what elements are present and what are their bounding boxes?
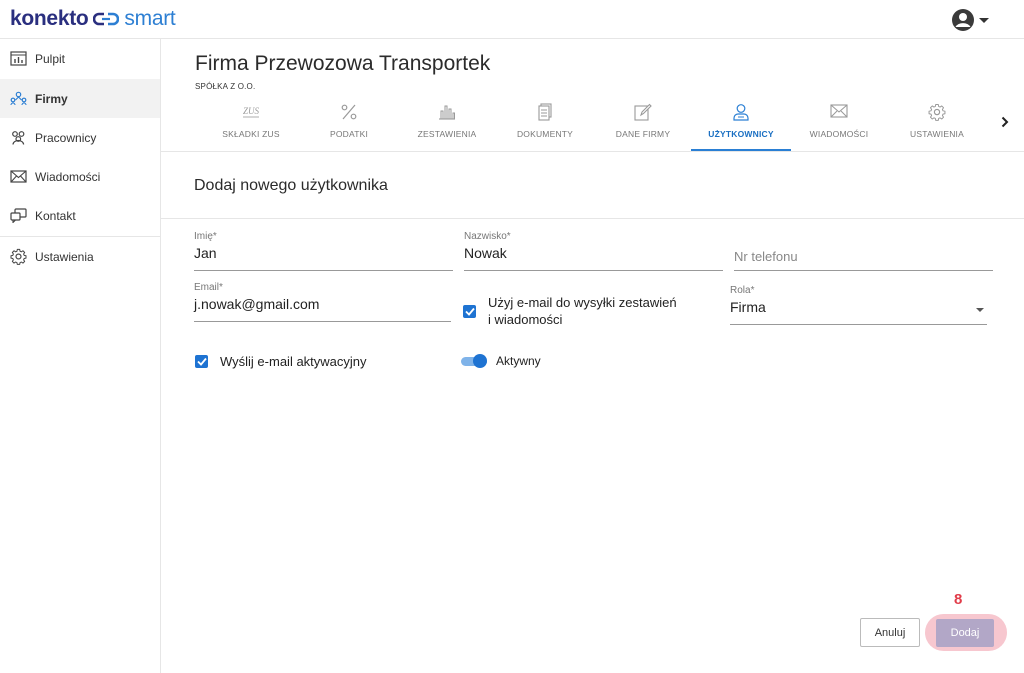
use-email-label[interactable]: Użyj e-mail do wysyłki zestawień i wiado… [488,294,677,328]
checkmark-icon [464,307,475,316]
tab-label: USTAWIENIA [910,129,964,139]
first-name-value[interactable]: Jan [194,245,217,261]
first-name-underline [194,270,453,271]
app-logo[interactable]: konekto smart [10,7,176,31]
email-field[interactable]: Email* j.nowak@gmail.com [194,282,451,322]
logo-text-right: smart [124,7,176,30]
last-name-label: Nazwisko* [464,231,511,242]
active-label[interactable]: Aktywny [496,354,541,368]
tab-dane-firmy[interactable]: DANE FIRMY [593,99,693,151]
active-toggle[interactable] [461,354,487,368]
step-marker: 8 [954,591,963,608]
sidebar-item-firmy[interactable]: Firmy [0,79,160,118]
first-name-field[interactable]: Imię* Jan [194,231,453,271]
zus-icon-text: ZUS [243,106,260,116]
logo-link-icon [93,12,120,26]
sidebar-item-label: Pulpit [35,51,66,66]
phone-placeholder[interactable]: Nr telefonu [734,249,798,264]
form-divider [161,218,1024,219]
dashboard-icon [10,51,27,66]
tabs-divider [161,151,1024,152]
phone-field[interactable]: Nr telefonu [734,231,993,271]
employees-icon [12,131,25,145]
toggle-knob [473,354,487,368]
user-menu[interactable] [951,7,993,33]
top-bar: konekto smart [0,0,1024,39]
tab-label: DOKUMENTY [516,129,574,139]
gear-icon [928,104,946,121]
tab-dokumenty[interactable]: DOKUMENTY [495,99,595,151]
send-activation-checkbox[interactable] [195,355,208,368]
tabs-scroll-right-button[interactable] [997,112,1013,132]
last-name-field[interactable]: Nazwisko* Nowak [464,231,723,271]
user-icon [733,104,749,121]
use-email-label-line2: i wiadomości [488,312,563,327]
tab-wiadomosci[interactable]: WIADOMOŚCI [789,99,889,151]
sidebar-item-pulpit[interactable]: Pulpit [0,39,160,78]
edit-icon [634,103,652,121]
zus-icon: ZUS [243,106,260,118]
sidebar-item-pracownicy[interactable]: Pracownicy [0,118,160,157]
role-label: Rola* [730,285,755,296]
form-title: Dodaj nowego użytkownika [194,177,388,194]
sidebar-item-label: Pracownicy [35,130,97,145]
percent-icon [341,104,357,120]
tab-ustawienia[interactable]: USTAWIENIA [887,99,987,151]
envelope-icon [10,170,27,183]
document-icon [538,103,552,121]
email-underline [194,321,451,322]
user-avatar-icon [952,9,974,31]
gear-icon [10,248,27,265]
tab-label: ZESTAWIENIA [417,129,477,139]
cancel-button[interactable]: Anuluj [860,618,920,647]
email-value[interactable]: j.nowak@gmail.com [194,296,319,312]
checkmark-icon [196,357,207,366]
sidebar-item-label: Kontakt [35,208,76,223]
role-underline [730,324,987,325]
role-select[interactable]: Rola* Firma [730,285,987,325]
dropdown-arrow-icon[interactable] [976,308,984,312]
bar-chart-icon [439,105,455,120]
add-button[interactable]: Dodaj [936,619,994,647]
sidebar: Pulpit Firmy Pracownicy Wiadomości Konta… [0,39,161,673]
last-name-value[interactable]: Nowak [464,245,507,261]
tab-label: PODATKI [329,129,369,139]
first-name-label: Imię* [194,231,217,242]
use-email-checkbox[interactable] [463,305,476,318]
companies-icon [10,91,27,106]
tab-label: DANE FIRMY [615,129,671,139]
chevron-right-icon [1001,116,1009,128]
last-name-underline [464,270,723,271]
envelope-icon [830,104,848,118]
use-email-label-line1: Użyj e-mail do wysyłki zestawień [488,295,677,310]
sidebar-item-wiadomosci[interactable]: Wiadomości [0,157,160,196]
chevron-down-icon [979,17,989,23]
sidebar-item-label: Firmy [35,91,68,106]
tab-podatki[interactable]: PODATKI [299,99,399,151]
contact-icon [10,208,27,223]
tab-uzytkownicy[interactable]: UŻYTKOWNICY [691,99,791,151]
sidebar-item-label: Ustawienia [35,249,94,264]
tab-label: UŻYTKOWNICY [708,129,774,139]
phone-underline [734,270,993,271]
logo-text-left: konekto [10,7,89,30]
tab-skladki-zus[interactable]: ZUS SKŁADKI ZUS [201,99,301,151]
send-activation-label[interactable]: Wyślij e-mail aktywacyjny [220,353,367,370]
email-label: Email* [194,282,223,293]
sidebar-item-ustawienia[interactable]: Ustawienia [0,237,160,276]
company-type: SPÓŁKA Z O.O. [195,82,256,91]
tab-zestawienia[interactable]: ZESTAWIENIA [397,99,497,151]
tab-label: SKŁADKI ZUS [222,129,280,139]
page-title: Firma Przewozowa Transportek [195,52,491,75]
tab-label: WIADOMOŚCI [809,129,869,139]
role-value[interactable]: Firma [730,299,766,315]
sidebar-item-kontakt[interactable]: Kontakt [0,196,160,235]
tab-bar: ZUS SKŁADKI ZUS PODATKI ZESTAWIENIA DOKU… [201,99,1001,151]
main-content: Firma Przewozowa Transportek SPÓŁKA Z O.… [161,39,1024,673]
sidebar-item-label: Wiadomości [35,169,101,184]
